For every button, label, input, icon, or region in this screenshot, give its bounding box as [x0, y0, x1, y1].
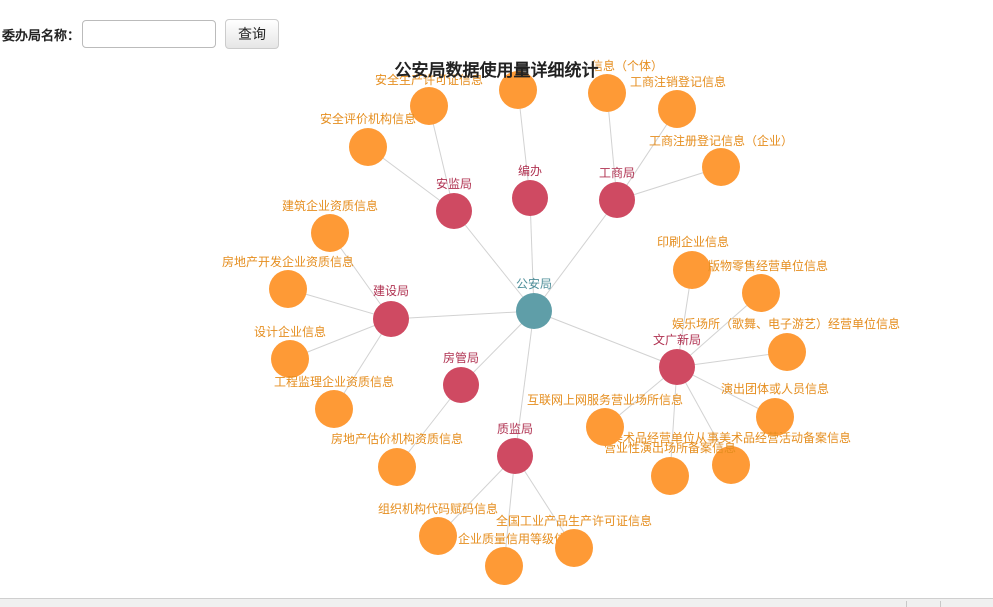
- dataset-node-circle[interactable]: [315, 390, 353, 428]
- node-wenguang[interactable]: 文广新局: [653, 332, 701, 385]
- dataset-node-circle[interactable]: [349, 128, 387, 166]
- department-node-label: 编办: [518, 163, 542, 178]
- dataset-node-circle[interactable]: [702, 148, 740, 186]
- department-node-circle[interactable]: [659, 349, 695, 385]
- node-bianban[interactable]: 编办: [512, 163, 548, 216]
- dataset-node-circle[interactable]: [768, 333, 806, 371]
- department-node-label: 工商局: [599, 165, 635, 180]
- node-jianshe[interactable]: 建设局: [373, 284, 409, 337]
- dataset-node-label: 互联网上网服务营业场所信息: [527, 392, 683, 407]
- status-divider: [940, 601, 941, 607]
- dataset-node-circle[interactable]: [673, 251, 711, 289]
- department-node-label: 文广新局: [653, 332, 701, 347]
- node-zj2[interactable]: 企业质量信用等级信: [458, 531, 566, 585]
- node-aj2[interactable]: 安全评价机构信息: [320, 111, 416, 166]
- department-node-label: 安监局: [436, 176, 472, 191]
- dataset-node-label: 全国工业产品生产许可证信息: [496, 513, 652, 528]
- department-node-circle[interactable]: [512, 180, 548, 216]
- dataset-node-label: 房地产开发企业资质信息: [222, 254, 354, 269]
- department-node-circle[interactable]: [436, 193, 472, 229]
- dataset-node-label: 组织机构代码赋码信息: [378, 501, 498, 516]
- dataset-node-circle[interactable]: [271, 340, 309, 378]
- dataset-node-label: 安全评价机构信息: [320, 111, 416, 126]
- node-js3[interactable]: 设计企业信息: [254, 324, 326, 378]
- node-gs2[interactable]: 工商注销登记信息: [630, 74, 726, 128]
- node-fangguan[interactable]: 房管局: [443, 350, 479, 403]
- edge-center-anjian: [453, 210, 535, 312]
- dataset-node-label: 建筑企业资质信息: [282, 198, 378, 213]
- status-divider: [906, 601, 907, 607]
- network-graph: 安全生产许可证信息安全评价机构信息信息（个体）工商注销登记信息工商注册登记信息（…: [222, 58, 900, 585]
- dataset-node-label: 营业性演出场所备案信息: [604, 440, 736, 455]
- department-node-label: 质监局: [497, 422, 533, 436]
- dataset-node-circle[interactable]: [311, 214, 349, 252]
- node-wg4[interactable]: 演出团体或人员信息: [721, 381, 829, 436]
- dataset-node-label: 印刷企业信息: [657, 234, 729, 249]
- node-js4[interactable]: 工程监理企业资质信息: [274, 374, 394, 428]
- department-node-label: 房管局: [443, 350, 479, 365]
- dataset-node-label: 房地产估价机构资质信息: [331, 431, 463, 446]
- department-node-circle[interactable]: [497, 438, 533, 474]
- node-wg2[interactable]: 版物零售经营单位信息: [708, 258, 828, 312]
- dataset-node-label: 工程监理企业资质信息: [274, 374, 394, 389]
- node-wg5[interactable]: 美术品经营单位从事美术品经营活动备案信息: [611, 430, 851, 484]
- dataset-node-label: 演出团体或人员信息: [721, 381, 829, 396]
- dataset-node-circle[interactable]: [269, 270, 307, 308]
- dataset-node-label: 设计企业信息: [254, 324, 326, 339]
- dataset-node-circle[interactable]: [651, 457, 689, 495]
- dataset-node-circle[interactable]: [658, 90, 696, 128]
- node-center[interactable]: 公安局: [516, 276, 552, 329]
- node-zhijian[interactable]: 质监局: [497, 422, 533, 474]
- dataset-node-circle[interactable]: [742, 274, 780, 312]
- dataset-node-circle[interactable]: [586, 408, 624, 446]
- dataset-node-circle[interactable]: [419, 517, 457, 555]
- node-anjian[interactable]: 安监局: [436, 176, 472, 229]
- department-node-label: 建设局: [373, 284, 409, 298]
- edge-center-gongshang: [533, 199, 618, 312]
- dataset-node-label: 工商注册登记信息（企业）: [649, 133, 793, 148]
- node-zj1[interactable]: 组织机构代码赋码信息: [378, 501, 498, 555]
- edge-center-jianshe: [390, 310, 535, 320]
- dataset-node-label: 娱乐场所（歌舞、电子游艺）经营单位信息: [672, 316, 900, 331]
- dataset-node-circle[interactable]: [485, 547, 523, 585]
- node-js2[interactable]: 房地产开发企业资质信息: [222, 254, 354, 308]
- department-node-circle[interactable]: [599, 182, 635, 218]
- dataset-node-circle[interactable]: [555, 529, 593, 567]
- department-node-circle[interactable]: [373, 301, 409, 337]
- node-js1[interactable]: 建筑企业资质信息: [282, 198, 378, 252]
- dataset-node-label: 企业质量信用等级信: [458, 531, 566, 546]
- node-fg1[interactable]: 房地产估价机构资质信息: [331, 431, 463, 486]
- node-gongshang[interactable]: 工商局: [599, 165, 635, 218]
- center-node-label: 公安局: [516, 276, 552, 291]
- department-node-circle[interactable]: [443, 367, 479, 403]
- node-gs3[interactable]: 工商注册登记信息（企业）: [649, 133, 793, 186]
- center-node-circle[interactable]: [516, 293, 552, 329]
- dataset-node-circle[interactable]: [378, 448, 416, 486]
- dataset-node-label: 版物零售经营单位信息: [708, 258, 828, 273]
- chart-title: 公安局数据使用量详细统计: [394, 61, 599, 80]
